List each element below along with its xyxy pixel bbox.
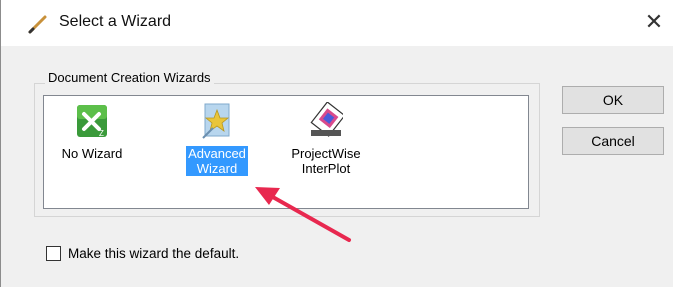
- cancel-button[interactable]: Cancel: [562, 127, 664, 155]
- advanced-wizard-icon: [202, 103, 230, 139]
- default-checkbox-row[interactable]: Make this wizard the default.: [46, 246, 239, 261]
- no-wizard-icon: Z: [77, 105, 107, 138]
- wizard-list[interactable]: Z No Wizard Advanced Wizard ProjectWise In…: [43, 95, 529, 209]
- wizard-item-projectwise-interplot[interactable]: ProjectWise InterPlot: [284, 102, 368, 176]
- group-label: Document Creation Wizards: [45, 70, 214, 85]
- window-title: Select a Wizard: [59, 13, 172, 30]
- item-label: No Wizard: [61, 146, 123, 161]
- item-label: Advanced Wizard: [186, 146, 248, 176]
- item-label: ProjectWise InterPlot: [291, 146, 361, 176]
- wizard-item-no-wizard[interactable]: Z No Wizard: [50, 102, 134, 161]
- svg-text:Z: Z: [99, 129, 104, 138]
- default-checkbox-label: Make this wizard the default.: [68, 246, 240, 261]
- projectwise-interplot-icon: [310, 102, 343, 137]
- default-checkbox[interactable]: [46, 246, 61, 261]
- wizard-item-advanced-wizard[interactable]: Advanced Wizard: [175, 102, 259, 176]
- pencil-icon: [28, 15, 47, 34]
- ok-button[interactable]: OK: [562, 86, 664, 114]
- title-bar[interactable]: Select a Wizard ✕: [1, 0, 673, 46]
- select-wizard-dialog: Select a Wizard ✕ Document Creation Wiza…: [0, 0, 673, 287]
- close-button[interactable]: ✕: [634, 0, 673, 46]
